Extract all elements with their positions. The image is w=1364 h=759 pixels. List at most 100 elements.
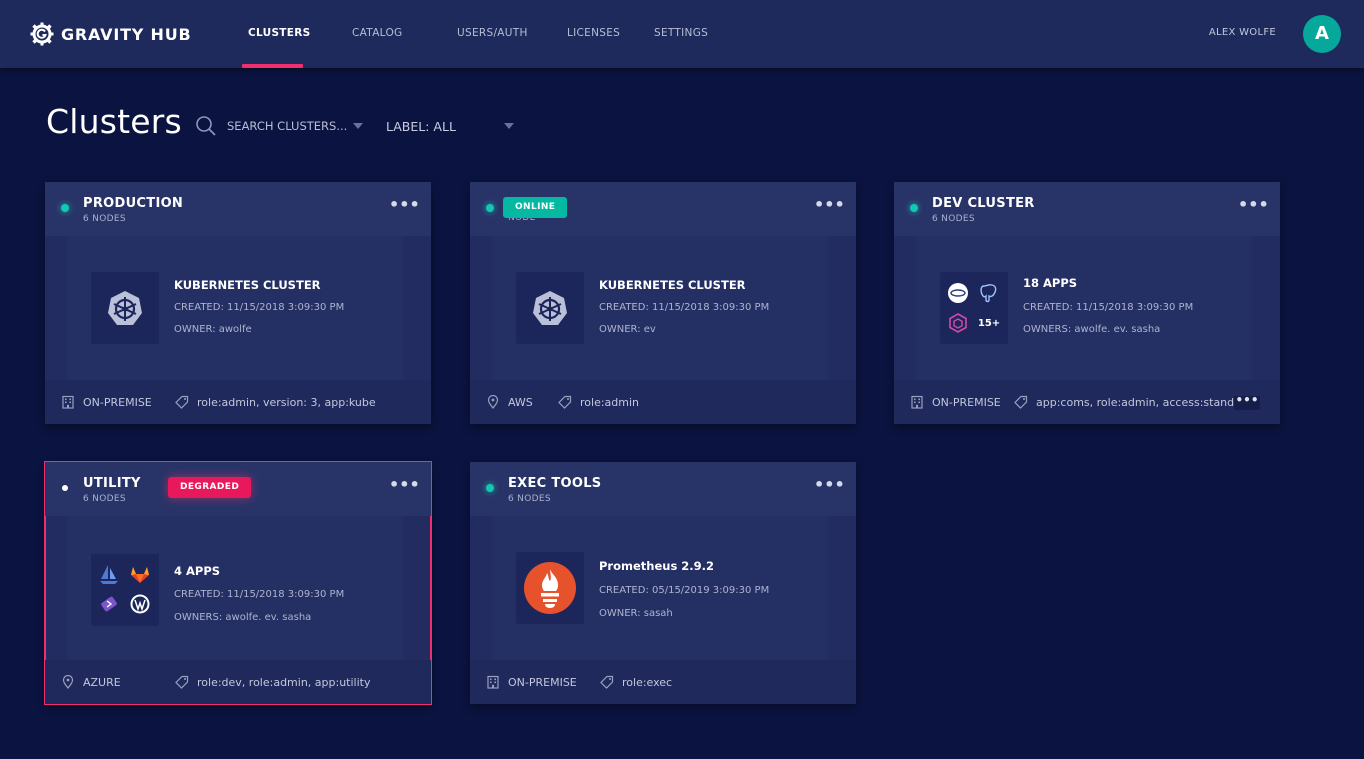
app-icon-tile	[91, 272, 159, 344]
status-dot-degraded	[62, 485, 68, 491]
location: AZURE	[61, 660, 121, 704]
kubernetes-icon	[533, 291, 567, 325]
card-body: Prometheus 2.9.2 CREATED: 05/15/2019 3:0…	[470, 516, 856, 660]
card-footer: AWS role:admin	[470, 380, 856, 424]
cluster-card-exec-tools[interactable]: EXEC TOOLS 6 NODES ••• Prometheus 2.9.2 …	[470, 462, 856, 704]
nav-tab-licenses[interactable]: LICENSES	[567, 0, 620, 68]
wordpress-icon	[129, 593, 151, 615]
created-date: CREATED: 11/15/2018 3:09:30 PM	[174, 302, 345, 313]
gitlab-icon	[129, 563, 151, 585]
more-options-button[interactable]: •••	[814, 197, 845, 214]
top-nav-bar: GRAVITY HUB CLUSTERS CATALOG USERS/AUTH …	[0, 0, 1364, 68]
location: ON-PREMISE	[486, 660, 577, 704]
active-tab-indicator	[242, 64, 303, 68]
tag-icon	[175, 675, 189, 689]
created-date: CREATED: 11/15/2018 3:09:30 PM	[599, 302, 770, 313]
location: ON-PREMISE	[61, 380, 152, 424]
location-label: ON-PREMISE	[83, 395, 152, 409]
more-options-button[interactable]: •••	[1238, 197, 1269, 214]
card-body: KUBERNETES CLUSTER CREATED: 11/15/2018 3…	[45, 236, 431, 380]
labels-text: role:admin, version: 3, app:kube	[197, 395, 376, 409]
card-header: EXEC TOOLS 6 NODES •••	[470, 462, 856, 516]
tag-icon	[600, 675, 614, 689]
app-name: Prometheus 2.9.2	[599, 559, 715, 573]
location-label: AWS	[508, 395, 533, 409]
more-labels-button[interactable]: •••	[1234, 394, 1260, 410]
location-label: AZURE	[83, 675, 121, 689]
created-date: CREATED: 05/15/2019 3:09:30 PM	[599, 585, 770, 596]
card-header: UTILITY 6 NODES DEGRADED •••	[45, 462, 431, 516]
label-filter-dropdown[interactable]: LABEL: ALL	[386, 117, 514, 135]
cluster-card-utility[interactable]: UTILITY 6 NODES DEGRADED ••• 4 APPS CREA…	[44, 461, 432, 705]
more-options-button[interactable]: •••	[389, 197, 420, 214]
cluster-name[interactable]: PRODUCTION	[83, 196, 183, 211]
search-box	[195, 113, 365, 139]
node-count: 6 NODES	[83, 214, 126, 224]
cluster-name[interactable]: EXEC TOOLS	[508, 476, 601, 491]
app-logo[interactable]: GRAVITY HUB	[30, 20, 192, 48]
location-label: ON-PREMISE	[932, 395, 1001, 409]
card-footer: AZURE role:dev, role:admin, app:utility	[45, 660, 431, 704]
owner: OWNER: ev	[599, 324, 656, 335]
app-icon-grid: 15+	[940, 272, 1008, 344]
labels-text: role:exec	[622, 675, 673, 689]
nav-tab-catalog[interactable]: CATALOG	[352, 0, 402, 68]
node-count: 6 NODES	[932, 214, 975, 224]
cluster-name[interactable]: UTILITY	[83, 476, 141, 491]
owners: OWNERS: awolfe. ev. sasha	[1023, 324, 1161, 335]
cluster-type: KUBERNETES CLUSTER	[174, 278, 321, 292]
nav-tab-settings[interactable]: SETTINGS	[654, 0, 708, 68]
app-name: GRAVITY HUB	[61, 24, 192, 44]
location: ON-PREMISE	[910, 380, 1001, 424]
card-footer: ON-PREMISE app:coms, role:admin, access:…	[894, 380, 1280, 424]
status-dot-online	[61, 204, 69, 212]
labels-text: role:dev, role:admin, app:utility	[197, 675, 371, 689]
status-badge: DEGRADED	[168, 477, 252, 498]
more-apps-count: 15+	[977, 317, 1001, 329]
chevron-down-icon[interactable]	[353, 123, 363, 129]
labels-text: app:coms, role:admin, access:standard,	[1036, 395, 1256, 409]
tag-icon	[558, 395, 572, 409]
more-options-button[interactable]: •••	[814, 477, 845, 494]
prometheus-icon	[524, 562, 576, 614]
location: AWS	[486, 380, 533, 424]
chevron-down-icon	[504, 123, 514, 129]
nav-tab-clusters[interactable]: CLUSTERS	[248, 0, 311, 68]
user-name[interactable]: ALEX WOLFE	[1209, 0, 1276, 68]
card-header: PRODUCTION 6 NODES •••	[45, 182, 431, 236]
search-input[interactable]	[227, 119, 347, 133]
card-body: KUBERNETES CLUSTER CREATED: 11/15/2018 3…	[470, 236, 856, 380]
node-count: 6 NODES	[508, 494, 551, 504]
app-count: 18 APPS	[1023, 276, 1078, 290]
cluster-name[interactable]: DEV CLUSTER	[932, 196, 1035, 211]
building-icon	[62, 395, 74, 409]
cluster-card-production[interactable]: PRODUCTION 6 NODES ••• KUBERNETES CLUSTE…	[45, 182, 431, 424]
nav-tab-users-auth[interactable]: USERS/AUTH	[457, 0, 528, 68]
app-tag-logo-icon	[98, 593, 120, 615]
app-icon-grid	[91, 554, 159, 626]
owner: OWNER: awolfe	[174, 324, 252, 335]
card-body: 4 APPS CREATED: 11/15/2018 3:09:30 PM OW…	[45, 516, 431, 660]
cluster-card-dev-cluster[interactable]: DEV CLUSTER 6 NODES ••• 15+ 18 APPS CREA…	[894, 182, 1280, 424]
app-icon-tile	[516, 552, 584, 624]
search-icon	[196, 116, 216, 136]
tag-icon	[175, 395, 189, 409]
labels: app:coms, role:admin, access:standard,	[1014, 380, 1256, 424]
app-hex-logo-icon	[947, 312, 969, 334]
status-dot-online	[486, 484, 494, 492]
status-dot-online	[486, 204, 494, 212]
labels-text: role:admin	[580, 395, 640, 409]
owner: OWNER: sasah	[599, 608, 673, 619]
status-badge: ONLINE	[503, 197, 568, 218]
card-footer: ON-PREMISE role:admin, version: 3, app:k…	[45, 380, 431, 424]
card-footer: ON-PREMISE role:exec	[470, 660, 856, 704]
user-avatar[interactable]: A	[1303, 15, 1341, 53]
owners: OWNERS: awolfe. ev. sasha	[174, 612, 312, 623]
app-count: 4 APPS	[174, 564, 221, 578]
sailboat-icon	[98, 563, 120, 585]
more-options-button[interactable]: •••	[389, 477, 420, 494]
card-header: DEV CLUSTER 6 NODES •••	[894, 182, 1280, 236]
cluster-card-aws[interactable]: NODE ONLINE ••• KUBERNETES CLUSTER CREAT…	[470, 182, 856, 424]
building-icon	[487, 675, 499, 689]
kubernetes-icon	[108, 291, 142, 325]
